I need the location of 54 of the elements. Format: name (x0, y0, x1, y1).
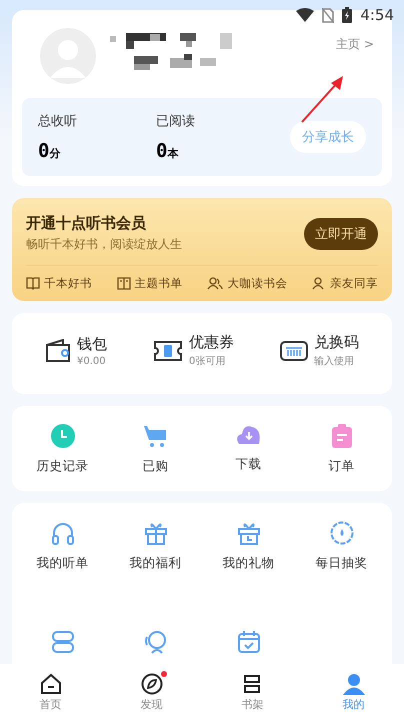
benefit-label[interactable]: 大咖读书会 (227, 276, 288, 291)
vip-title: 开通十点听书会员 (26, 214, 147, 233)
shortcut-label[interactable]: 已购 (142, 458, 168, 475)
compass-icon (140, 672, 162, 694)
benefit-label[interactable]: 亲友同享 (330, 276, 378, 291)
benefit-label[interactable]: 主题书单 (134, 276, 183, 291)
prize-wheel-icon[interactable] (330, 521, 354, 545)
home-link[interactable]: 主页 > (336, 36, 382, 53)
wallet-icon[interactable] (45, 338, 71, 362)
people-icon (207, 277, 224, 290)
stat-label: 已阅读 (156, 113, 196, 130)
cart-icon[interactable] (144, 424, 168, 448)
shortcut-label[interactable]: 历史记录 (36, 458, 88, 475)
wifi-icon (296, 8, 314, 22)
service-label[interactable]: 我的礼物 (222, 555, 274, 572)
stat-value: 0分 (38, 140, 62, 162)
gift-icon[interactable] (144, 521, 168, 545)
person-icon (342, 672, 364, 694)
cloud-download-icon[interactable] (236, 424, 262, 446)
shortcut-label[interactable]: 订单 (328, 458, 354, 475)
vip-subtitle: 畅听千本好书，阅读绽放人生 (26, 236, 182, 253)
service-label[interactable]: 每日抽奖 (316, 555, 368, 572)
clipboard-icon[interactable] (332, 424, 352, 448)
book-list-icon (116, 277, 131, 290)
service-label[interactable]: 我的福利 (130, 555, 182, 572)
stat-value: 0本 (156, 140, 180, 162)
book-icon (26, 277, 40, 290)
clock-time: 4:54 (360, 6, 394, 24)
calendar-icon[interactable] (236, 630, 260, 654)
person-icon (312, 277, 326, 290)
wallet-item-subtitle: 0张可用 (189, 354, 226, 368)
barcode-card-icon[interactable] (280, 340, 308, 362)
burger-box-icon[interactable] (50, 630, 74, 654)
head-icon[interactable] (144, 630, 168, 654)
stat-label: 总收听 (38, 113, 78, 130)
wallet-item-title[interactable]: 优惠券 (189, 333, 234, 352)
wallet-item-subtitle: ¥0.00 (77, 356, 107, 366)
wallet-item-title[interactable]: 兑换码 (314, 333, 359, 352)
coupon-icon[interactable] (153, 340, 183, 362)
nav-tab[interactable]: 书架 (218, 672, 288, 712)
shortcut-label[interactable]: 下载 (236, 456, 262, 473)
benefit-label[interactable]: 千本好书 (44, 276, 92, 291)
notification-dot (160, 670, 166, 676)
headphones-icon[interactable] (50, 521, 74, 545)
wallet-item-subtitle: 输入使用 (314, 354, 355, 368)
nav-tab[interactable]: 首页 (16, 672, 86, 712)
clock-icon[interactable] (50, 424, 74, 448)
wallet-item-title[interactable]: 钱包 (77, 334, 107, 354)
home-icon (40, 672, 62, 694)
service-label[interactable]: 我的听单 (36, 555, 88, 572)
open-membership-button[interactable]: 立即开通 (304, 218, 378, 250)
no-sim-icon (322, 8, 334, 22)
nav-tab[interactable]: 发现 (116, 672, 186, 712)
gift-clock-icon[interactable] (236, 521, 260, 545)
